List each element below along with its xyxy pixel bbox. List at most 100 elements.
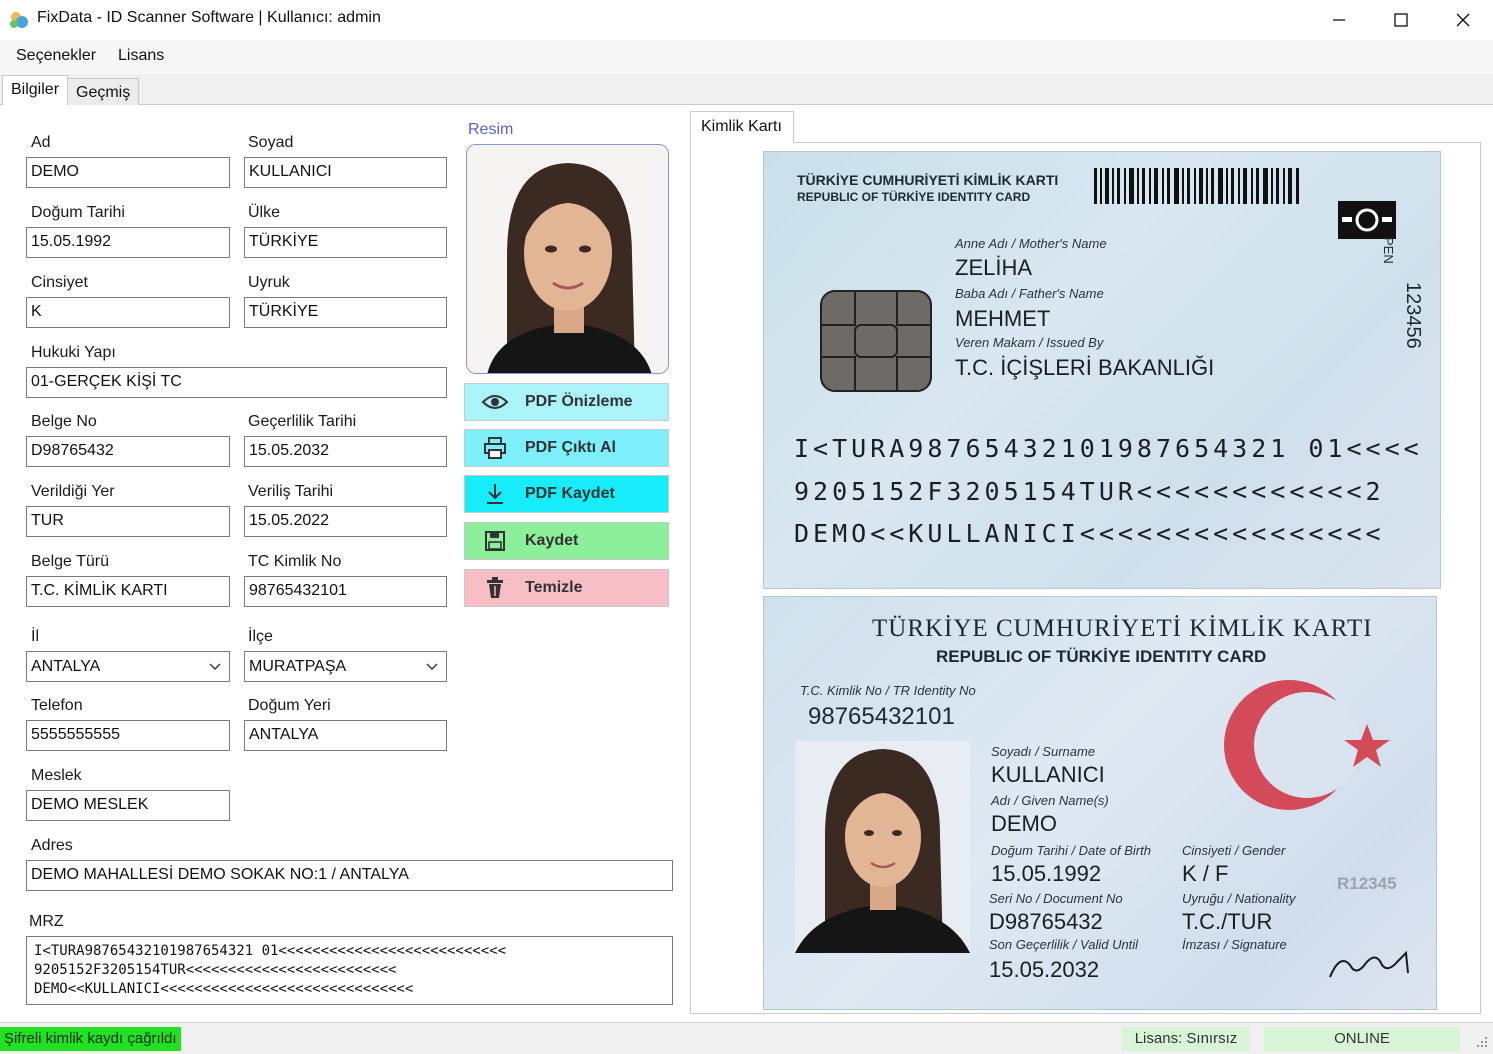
chevron-down-icon <box>426 663 438 670</box>
download-icon <box>487 484 503 504</box>
ad-field[interactable]: DEMO <box>26 157 230 188</box>
uyruk-field[interactable]: TÜRKİYE <box>244 297 447 328</box>
clear-label: Temizle <box>525 579 583 596</box>
menu-bar <box>0 40 1493 74</box>
tc-kimlik-no-field[interactable]: 98765432101 <box>244 576 447 607</box>
camera-symbol-icon <box>1338 201 1396 239</box>
serial-caption: Seri No / Document No <box>989 891 1123 906</box>
menu-lisans[interactable]: Lisans <box>118 47 164 65</box>
belge-turu-label: Belge Türü <box>31 553 109 570</box>
minimize-icon <box>1333 19 1345 21</box>
nationality-value: T.C./TUR <box>1182 909 1273 934</box>
ilce-select[interactable]: MURATPAŞA <box>244 651 447 682</box>
belge-turu-field[interactable]: T.C. KİMLİK KARTI <box>26 576 230 607</box>
hukuki-yapi-field[interactable]: 01-GERÇEK KİŞİ TC <box>26 367 447 398</box>
chevron-down-icon <box>209 663 221 670</box>
pdf-preview-button[interactable]: PDF Önizleme <box>464 383 669 421</box>
tab-bilgiler[interactable]: Bilgiler <box>2 75 69 105</box>
card-side-number: 123456 <box>1402 282 1424 349</box>
mother-name-caption: Anne Adı / Mother's Name <box>955 236 1107 251</box>
ulke-field[interactable]: TÜRKİYE <box>244 227 447 258</box>
printer-icon <box>484 437 506 459</box>
issued-by-value: T.C. İÇİŞLERİ BAKANLIĞI <box>955 355 1215 380</box>
card-front-title-tr: TÜRKİYE CUMHURİYETİ KİMLİK KARTI <box>872 615 1373 642</box>
eye-icon <box>481 395 509 409</box>
dob-value: 15.05.1992 <box>991 861 1102 886</box>
clear-button[interactable]: Temizle <box>464 569 669 607</box>
maximize-icon <box>1394 13 1408 27</box>
verildigi-yer-field[interactable]: TUR <box>26 506 230 537</box>
app-logo-icon <box>10 12 28 28</box>
ghost-code: R12345 <box>1337 874 1397 893</box>
surname-caption: Soyadı / Surname <box>991 744 1096 759</box>
save-label: Kaydet <box>525 532 579 549</box>
gecerlilik-label: Geçerlilik Tarihi <box>248 413 357 430</box>
card-portrait-image <box>795 741 970 953</box>
soyad-field[interactable]: KULLANICI <box>244 157 447 188</box>
mother-name-value: ZELİHA <box>955 255 1033 280</box>
mrz-line: 9205152F3205154TUR<<<<<<<<<<<<<<<<<<<<<<… <box>34 962 397 978</box>
adres-label: Adres <box>31 837 73 854</box>
meslek-label: Meslek <box>31 767 82 784</box>
card-back-title-en: REPUBLIC OF TÜRKİYE IDENTITY CARD <box>797 190 1031 204</box>
ad-label: Ad <box>31 134 51 151</box>
telefon-field[interactable]: 5555555555 <box>26 720 230 751</box>
dob-caption: Doğum Tarihi / Date of Birth <box>991 843 1151 858</box>
issued-by-caption: Veren Makam / Issued By <box>955 335 1104 350</box>
belge-no-field[interactable]: D98765432 <box>26 436 230 467</box>
given-name-value: DEMO <box>991 811 1057 836</box>
pdf-print-button[interactable]: PDF Çıktı Al <box>464 429 669 467</box>
tab-kimlik-karti[interactable]: Kimlik Kartı <box>690 111 794 143</box>
dogum-tarihi-label: Doğum Tarihi <box>31 204 125 221</box>
pdf-save-button[interactable]: PDF Kaydet <box>464 475 669 513</box>
valid-until-value: 15.05.2032 <box>989 957 1100 982</box>
given-name-caption: Adı / Given Name(s) <box>991 793 1109 808</box>
dogum-yeri-field[interactable]: ANTALYA <box>244 720 447 751</box>
ulke-label: Ülke <box>248 204 281 221</box>
save-button[interactable]: Kaydet <box>464 522 669 560</box>
dogum-tarihi-field[interactable]: 15.05.1992 <box>26 227 230 258</box>
il-select-value: ANTALYA <box>31 657 101 675</box>
floppy-disk-icon <box>485 531 505 551</box>
adres-field[interactable]: DEMO MAHALLESİ DEMO SOKAK NO:1 / ANTALYA <box>26 860 673 891</box>
minimize-button[interactable] <box>1308 0 1370 40</box>
cinsiyet-field[interactable]: K <box>26 297 230 328</box>
father-name-caption: Baba Adı / Father's Name <box>955 286 1104 301</box>
pdf-save-label: PDF Kaydet <box>525 485 615 502</box>
window-title: FixData - ID Scanner Software | Kullanıc… <box>37 9 381 26</box>
mrz-textarea[interactable]: I<TURA98765432101987654321 01<<<<<<<<<<<… <box>26 936 673 1005</box>
close-button[interactable] <box>1432 0 1493 40</box>
close-icon <box>1456 13 1470 27</box>
signature-caption: İmzası / Signature <box>1182 937 1287 952</box>
mrz-line: DEMO<<KULLANICI<<<<<<<<<<<<<<<<<<<<<<<<<… <box>34 981 414 997</box>
maximize-button[interactable] <box>1370 0 1432 40</box>
crescent-star-emblem <box>1224 680 1390 810</box>
meslek-field[interactable]: DEMO MESLEK <box>26 790 230 821</box>
chip-graphic <box>820 290 932 392</box>
belge-no-label: Belge No <box>31 413 97 430</box>
gecerlilik-field[interactable]: 15.05.2032 <box>244 436 447 467</box>
father-name-value: MEHMET <box>955 306 1051 331</box>
gender-value: K / F <box>1182 861 1229 886</box>
card-mrz-line: DEMO<<KULLANICI<<<<<<<<<<<<<<<< <box>794 519 1385 548</box>
hukuki-yapi-label: Hukuki Yapı <box>31 344 116 361</box>
mrz-label: MRZ <box>29 913 64 930</box>
ilce-label: İlçe <box>248 628 273 645</box>
card-side-label: PEN <box>1381 237 1396 264</box>
pdf-print-label: PDF Çıktı Al <box>525 439 616 456</box>
tc-kimlik-no-label: TC Kimlik No <box>248 553 342 570</box>
tab-gecmis[interactable]: Geçmiş <box>67 78 140 105</box>
cinsiyet-label: Cinsiyet <box>31 274 88 291</box>
card-mrz-line: I<TURA98765432101987654321 01<<<< <box>794 434 1423 463</box>
portrait-photo <box>466 144 669 374</box>
verilis-tarihi-field[interactable]: 15.05.2022 <box>244 506 447 537</box>
pdf-preview-label: PDF Önizleme <box>525 393 633 410</box>
il-select[interactable]: ANTALYA <box>26 651 230 682</box>
resize-grip-icon[interactable] <box>1474 1034 1488 1048</box>
license-status: Lisans: Sınırsız <box>1122 1027 1250 1051</box>
gender-caption: Cinsiyeti / Gender <box>1182 843 1286 858</box>
ilce-select-value: MURATPAŞA <box>249 657 347 675</box>
soyad-label: Soyad <box>248 134 294 151</box>
status-message: Şifreli kimlik kaydı çağrıldı <box>0 1027 181 1051</box>
menu-secenekler[interactable]: Seçenekler <box>16 47 96 65</box>
